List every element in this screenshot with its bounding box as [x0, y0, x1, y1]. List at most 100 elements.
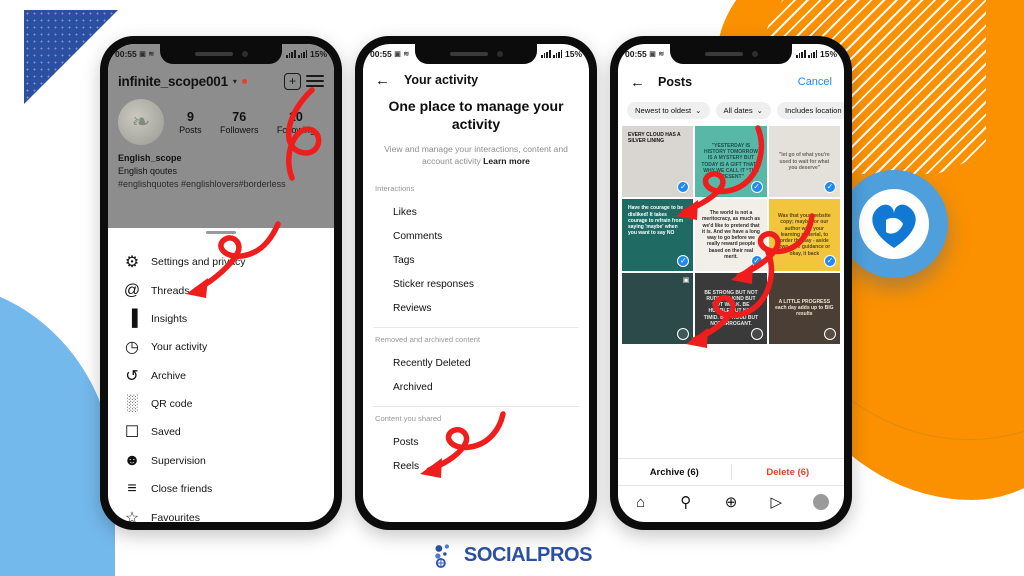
- menu-item-label: Archive: [151, 369, 187, 382]
- post-thumbnail[interactable]: The world is not a meritocracy, as much …: [695, 199, 767, 271]
- reels-icon: ▷: [770, 494, 782, 511]
- menu-item-label: Supervision: [151, 454, 206, 467]
- home-icon: ⌂: [636, 493, 646, 511]
- post-thumbnail[interactable]: Was that your website copy; maybe for ou…: [768, 199, 840, 271]
- phone-3-screen: 00:55 ▣ ≋ 15% ← Posts Cancel Newest to o…: [618, 44, 844, 522]
- archive-button[interactable]: Archive (6): [618, 467, 731, 478]
- menu-item-settings-and-privacy[interactable]: ⚙ Settings and privacy: [108, 248, 334, 276]
- tab-home[interactable]: ⌂: [618, 494, 663, 511]
- section-label: Content you shared: [375, 414, 442, 423]
- activity-item-comments[interactable]: Comments: [363, 224, 589, 248]
- stat-followers[interactable]: 76 Followers: [220, 110, 259, 135]
- menu-item-label: Threads: [151, 284, 190, 297]
- activity-item-reels[interactable]: Reels: [363, 454, 589, 478]
- avatar[interactable]: [118, 99, 164, 145]
- cancel-button[interactable]: Cancel: [798, 76, 832, 88]
- phone-2-your-activity: 00:55 ▣ ≋ 15% ← Your activity One place …: [355, 36, 597, 530]
- phone-2-screen: 00:55 ▣ ≋ 15% ← Your activity One place …: [363, 44, 589, 522]
- tab-search[interactable]: ⚲: [663, 493, 708, 511]
- notification-dot: [241, 78, 247, 84]
- menu-item-saved[interactable]: ☐ Saved: [108, 418, 334, 446]
- tab-create[interactable]: ⊕: [708, 493, 753, 511]
- activity-sections: Interactions Likes Comments Tags Sticker res…: [363, 184, 589, 478]
- post-thumbnail[interactable]: EVERY CLOUD HAS A SILVER LINING ✓: [622, 126, 694, 198]
- selected-check-icon[interactable]: ✓: [677, 254, 690, 267]
- page-title: Posts: [658, 75, 693, 89]
- create-new-button[interactable]: +: [284, 72, 301, 90]
- menu-item-label: Insights: [151, 312, 188, 325]
- profile-username[interactable]: infinite_scope001: [118, 74, 228, 89]
- tab-profile-avatar[interactable]: [799, 494, 844, 510]
- post-thumbnail[interactable]: ▣: [622, 272, 694, 345]
- activity-hero: One place to manage your activity View a…: [379, 98, 573, 168]
- heart-icon: [872, 204, 916, 248]
- menu-item-threads[interactable]: @ Threads: [108, 276, 334, 304]
- menu-item-label: Settings and privacy: [151, 256, 246, 269]
- unselected-circle-icon[interactable]: [824, 328, 836, 341]
- clock-icon: ◷: [125, 339, 139, 357]
- activity-item-posts[interactable]: Posts: [363, 430, 589, 454]
- delete-button[interactable]: Delete (6): [732, 467, 845, 478]
- post-thumbnail[interactable]: A LITTLE PROGRESS each day adds up to BI…: [768, 272, 840, 345]
- menu-item-close-friends[interactable]: ≡ Close friends: [108, 475, 334, 503]
- profile-avatar-icon: [813, 494, 830, 510]
- menu-item-supervision[interactable]: ☻ Supervision: [108, 447, 334, 475]
- wifi-icon: ≋: [658, 51, 665, 58]
- wifi-icon: ≋: [148, 51, 155, 58]
- signal-icon-2: [298, 50, 308, 58]
- filter-chip-all-dates[interactable]: All dates ⌄: [715, 102, 772, 119]
- menu-item-archive[interactable]: ↺ Archive: [108, 362, 334, 390]
- insights-icon: ▐: [126, 309, 138, 327]
- profile-stats-row: 9 Posts 76 Followers 10 Following: [108, 99, 334, 145]
- socialpros-mark-icon: [435, 544, 449, 568]
- chip-label: Newest to oldest: [635, 106, 692, 115]
- filter-chip-newest-to-oldest[interactable]: Newest to oldest ⌄: [627, 102, 710, 119]
- menu-item-insights[interactable]: ▐ Insights: [108, 305, 334, 333]
- menu-item-favourites[interactable]: ☆ Favourites: [108, 503, 334, 522]
- post-thumbnail[interactable]: "let go of what you're used to wait for …: [768, 126, 840, 198]
- activity-item-reviews[interactable]: Reviews: [363, 296, 589, 320]
- selection-actions-bar: Archive (6) Delete (6): [618, 458, 844, 486]
- filter-chip-includes-location[interactable]: Includes location: [777, 102, 844, 119]
- reel-badge-icon: ▣: [682, 276, 690, 284]
- selected-check-icon[interactable]: ✓: [750, 181, 763, 194]
- back-arrow-icon[interactable]: ←: [375, 73, 390, 88]
- post-thumbnail[interactable]: BE STRONG BUT NOT RUDE. BE KIND BUT NOT …: [695, 272, 767, 345]
- menu-item-your-activity[interactable]: ◷ Your activity: [108, 333, 334, 361]
- page-title: Your activity: [404, 73, 479, 87]
- activity-item-archived[interactable]: Archived: [363, 375, 589, 399]
- stat-posts[interactable]: 9 Posts: [179, 110, 202, 135]
- unselected-circle-icon[interactable]: [750, 328, 763, 341]
- learn-more-link[interactable]: Learn more: [483, 156, 530, 166]
- selected-check-icon[interactable]: ✓: [750, 254, 763, 267]
- post-thumbnail[interactable]: "YESTERDAY IS HISTORY TOMORROW IS A MYST…: [695, 126, 767, 198]
- supervision-icon: ☻: [123, 451, 141, 469]
- battery-percent: 15%: [309, 49, 327, 59]
- bio-display-name: English_scope: [118, 153, 182, 163]
- stat-label: Following: [276, 124, 315, 135]
- menu-item-label: Your activity: [151, 341, 208, 354]
- hero-subtitle-text: View and manage your interactions, conte…: [384, 143, 568, 167]
- bottom-sheet-grabber[interactable]: [206, 231, 236, 234]
- menu-item-qr-code[interactable]: ░ QR code: [108, 390, 334, 418]
- activity-item-sticker-responses[interactable]: Sticker responses: [363, 272, 589, 296]
- phone-2-notch: [415, 44, 537, 64]
- stat-following[interactable]: 10 Following: [277, 110, 315, 135]
- phone-1-screen: 00:55 ▣ ≋ 15% infinite_scope001 ▾ + ❧ 9 …: [108, 44, 334, 522]
- selected-check-icon[interactable]: ✓: [824, 254, 836, 267]
- earpiece-speaker: [704, 52, 743, 56]
- activity-item-recently-deleted[interactable]: Recently Deleted: [363, 351, 589, 375]
- phone-1-notch: [160, 44, 282, 64]
- hamburger-menu-button[interactable]: [306, 75, 324, 87]
- post-thumbnail[interactable]: Have the courage to be disliked! It take…: [622, 199, 694, 271]
- chevron-down-icon: ⌄: [756, 106, 764, 115]
- front-camera: [751, 51, 758, 57]
- chevron-down-icon[interactable]: ▾: [233, 77, 237, 86]
- logo-text: SOCIALPROS: [463, 543, 593, 566]
- activity-item-likes[interactable]: Likes: [363, 200, 589, 224]
- section-label: Removed and archived content: [375, 335, 481, 344]
- activity-item-tags[interactable]: Tags: [363, 248, 589, 272]
- earpiece-speaker: [194, 52, 233, 56]
- tab-reels[interactable]: ▷: [754, 493, 799, 511]
- back-arrow-icon[interactable]: ←: [630, 75, 645, 90]
